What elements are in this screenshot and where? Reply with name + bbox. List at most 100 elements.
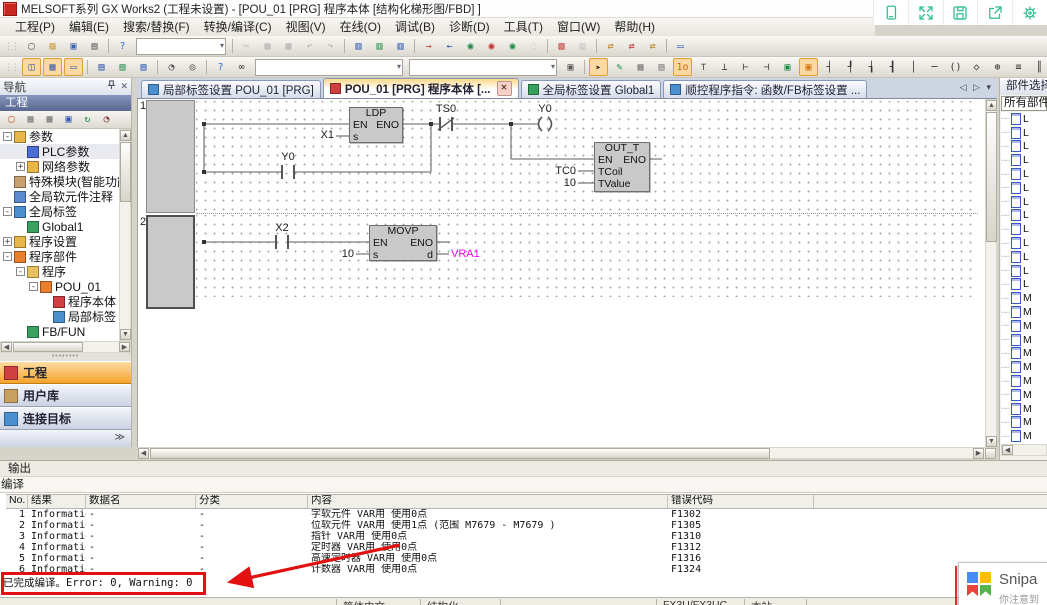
- menu-item-9[interactable]: 窗口(W): [550, 18, 607, 36]
- nav-copy-icon[interactable]: ▦: [22, 112, 39, 128]
- output-column-header-1[interactable]: 结果: [28, 495, 86, 508]
- parts-list-item-7[interactable]: ┈┈L: [1001, 209, 1047, 223]
- monitor-window-icon[interactable]: ▭: [671, 37, 690, 55]
- guided-mode-icon[interactable]: ▦: [631, 58, 650, 76]
- operand-tc0[interactable]: TC0: [540, 165, 576, 177]
- rising-contact-icon[interactable]: ┧: [862, 58, 881, 76]
- parts-list-item-5[interactable]: ┈┈L: [1001, 181, 1047, 195]
- tree-item-11[interactable]: 程序本体: [0, 294, 119, 309]
- parts-horizontal-scrollbar[interactable]: ◀: [1001, 444, 1047, 456]
- tree-item-4[interactable]: 全局软元件注释: [0, 189, 119, 204]
- tree-item-0[interactable]: -参数: [0, 129, 119, 144]
- help2-icon[interactable]: ?: [211, 58, 230, 76]
- menu-item-6[interactable]: 调试(B): [388, 18, 442, 36]
- nav-refresh-icon[interactable]: ↻: [79, 112, 96, 128]
- tree-expand-icon[interactable]: -: [3, 207, 12, 216]
- output-column-header-3[interactable]: 分类: [196, 495, 308, 508]
- branch-icon[interactable]: ◇: [967, 58, 986, 76]
- parts-list-item-17[interactable]: ┈┈M: [1001, 347, 1047, 361]
- output-table-row-1[interactable]: 1Information--字软元件 VAR用 使用0点F1302: [6, 509, 1047, 520]
- output-column-header-0[interactable]: No.: [6, 495, 28, 508]
- tab-scroll-buttons[interactable]: ◁ ▷ ▾: [960, 82, 993, 93]
- undo-icon[interactable]: ↶: [300, 37, 319, 55]
- toolbar-combobox[interactable]: [409, 59, 557, 76]
- output-column-header-2[interactable]: 数据名: [86, 495, 196, 508]
- tree-item-9[interactable]: -程序: [0, 264, 119, 279]
- editor-horizontal-scrollbar[interactable]: ◀ ▶: [137, 447, 997, 459]
- menu-item-4[interactable]: 视图(V): [279, 18, 333, 36]
- output-table-row-4[interactable]: 4Information--定时器 VAR用 使用0点F1312: [6, 542, 1047, 553]
- output-table-row-3[interactable]: 3Information--指针 VAR用 使用0点F1310: [6, 531, 1047, 542]
- parts-list-item-9[interactable]: ┈┈L: [1001, 236, 1047, 250]
- parts-list-item-6[interactable]: ┈┈L: [1001, 195, 1047, 209]
- nav-new-icon[interactable]: ▢: [3, 112, 20, 128]
- binoculars-find-icon[interactable]: ∞: [232, 58, 251, 76]
- tree-expand-icon[interactable]: +: [3, 237, 12, 246]
- return-icon[interactable]: ≡: [1009, 58, 1028, 76]
- parts-list-item-2[interactable]: ┈┈L: [1001, 140, 1047, 154]
- tree-item-2[interactable]: +网络参数: [0, 159, 119, 174]
- parts-list-item-22[interactable]: ┈┈M: [1001, 416, 1047, 430]
- parts-list-item-19[interactable]: ┈┈M: [1001, 374, 1047, 388]
- cut-icon[interactable]: ✂: [237, 37, 256, 55]
- fb-orange-icon[interactable]: ▣: [799, 58, 818, 76]
- paste-icon[interactable]: ▩: [279, 37, 298, 55]
- tree-expand-icon[interactable]: -: [3, 132, 12, 141]
- transfer-setup-icon[interactable]: ⇄: [601, 37, 620, 55]
- nav-vertical-scrollbar[interactable]: ▲ ▼: [119, 129, 131, 341]
- menu-item-3[interactable]: 转换/编译(C): [197, 18, 279, 36]
- tree-item-12[interactable]: 局部标签: [0, 309, 119, 324]
- navigation-toggle-icon[interactable]: ◫: [22, 58, 41, 76]
- device-comment2-icon[interactable]: ▤: [92, 58, 111, 76]
- device-format-icon[interactable]: ◔: [162, 58, 181, 76]
- toolbar-combobox[interactable]: [136, 38, 226, 55]
- document-tab-1[interactable]: POU_01 [PRG] 程序本体 [...✕: [323, 78, 519, 98]
- select-mode-icon[interactable]: ▸: [589, 58, 608, 76]
- parts-list-item-14[interactable]: ┈┈M: [1001, 305, 1047, 319]
- save-icon[interactable]: [943, 0, 978, 25]
- operand-x1[interactable]: X1: [298, 129, 334, 141]
- nav-horizontal-scrollbar[interactable]: ◀ ▶: [0, 341, 131, 353]
- device-batch-icon[interactable]: ▥: [391, 37, 410, 55]
- parts-list-item-23[interactable]: ┈┈M: [1001, 429, 1047, 443]
- write-to-plc-icon[interactable]: →: [419, 37, 438, 55]
- copy-icon[interactable]: ▦: [258, 37, 277, 55]
- document-tab-2[interactable]: 全局标签设置 Global1: [521, 80, 662, 98]
- parts-list-item-16[interactable]: ┈┈M: [1001, 333, 1047, 347]
- tree-expand-icon[interactable]: -: [16, 267, 25, 276]
- tree-expand-icon[interactable]: -: [29, 282, 38, 291]
- print-icon[interactable]: ▤: [85, 37, 104, 55]
- monitor-pause-icon[interactable]: ◌: [524, 37, 543, 55]
- falling-contact-icon[interactable]: ┨: [883, 58, 902, 76]
- open-contact-icon[interactable]: ┤: [820, 58, 839, 76]
- function-block-out-t[interactable]: OUT_T ENENO TCoil TValue: [594, 142, 650, 192]
- tree-item-7[interactable]: +程序设置: [0, 234, 119, 249]
- operand-x2[interactable]: X2: [264, 222, 300, 234]
- transfer-write-icon[interactable]: ⇄: [643, 37, 662, 55]
- snipaste-toast[interactable]: Snipa 你注意到: [958, 562, 1047, 605]
- device-label-toggle-icon[interactable]: 1o: [673, 58, 692, 76]
- parts-list-item-1[interactable]: ┈┈L: [1001, 126, 1047, 140]
- nav-view-button-user-library[interactable]: 用户库: [0, 384, 131, 407]
- tree-item-5[interactable]: -全局标签: [0, 204, 119, 219]
- tree-expand-icon[interactable]: +: [16, 162, 25, 171]
- rung-right-icon[interactable]: ⊣: [757, 58, 776, 76]
- parts-list-item-18[interactable]: ┈┈M: [1001, 360, 1047, 374]
- ladder-canvas[interactable]: 1 2: [137, 99, 986, 447]
- rung-left-icon[interactable]: ⊢: [736, 58, 755, 76]
- parts-list-item-8[interactable]: ┈┈L: [1001, 222, 1047, 236]
- settings-gear-icon[interactable]: [1012, 0, 1047, 25]
- menu-item-1[interactable]: 编辑(E): [62, 18, 116, 36]
- tree-expand-icon[interactable]: -: [3, 252, 12, 261]
- transfer-read-icon[interactable]: ⇄: [622, 37, 641, 55]
- jump-icon[interactable]: ⊕: [988, 58, 1007, 76]
- interconnect-mode-icon[interactable]: ✎: [610, 58, 629, 76]
- open-project-icon[interactable]: ▨: [43, 37, 62, 55]
- save-project-icon[interactable]: ▣: [64, 37, 83, 55]
- operand-tvalue-10[interactable]: 10: [540, 177, 576, 189]
- menu-item-2[interactable]: 搜索/替换(F): [116, 18, 197, 36]
- document-tab-3[interactable]: 顺控程序指令: 函数/FB标签设置 ...: [663, 80, 867, 98]
- output-column-header-5[interactable]: 错误代码: [668, 495, 814, 508]
- help-icon[interactable]: ?: [113, 37, 132, 55]
- tablet-icon[interactable]: [873, 0, 908, 25]
